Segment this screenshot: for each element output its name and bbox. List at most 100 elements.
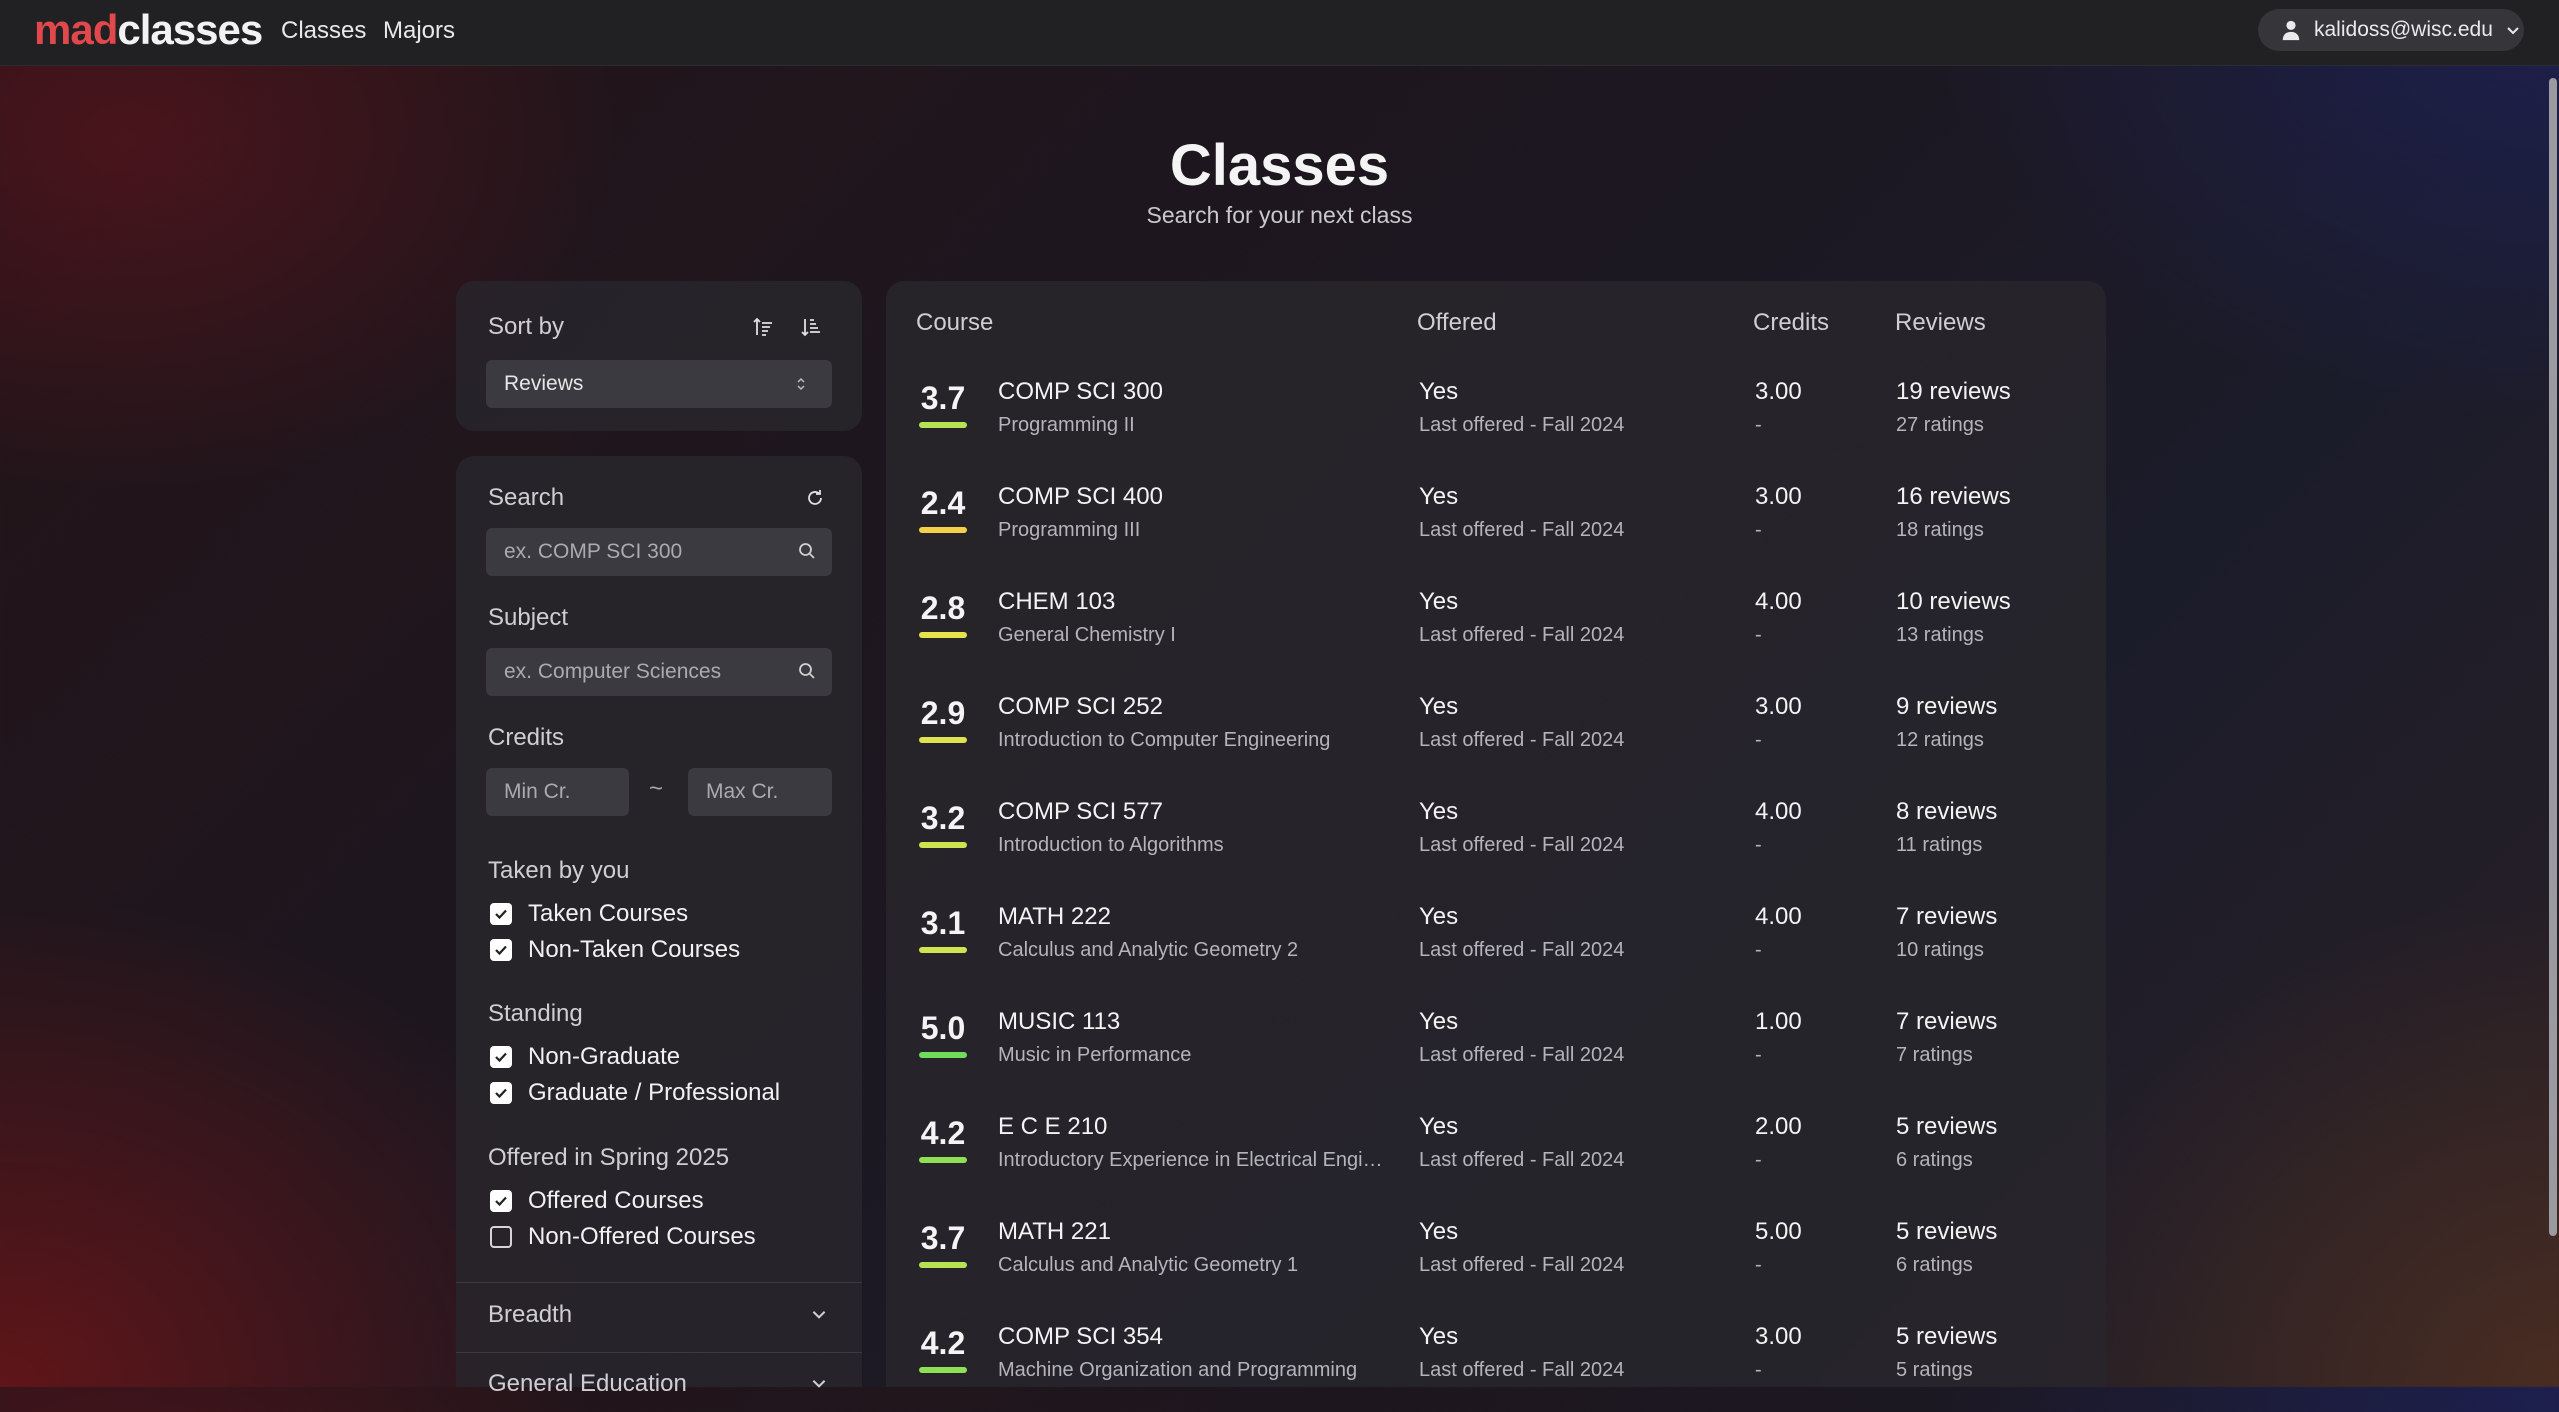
offered-label: Offered in Spring 2025 <box>488 1144 730 1171</box>
last-offered: Last offered - Fall 2024 <box>1419 1044 1625 1066</box>
credits-sub: - <box>1755 939 1762 961</box>
user-email: kalidoss@wisc.edu <box>2314 18 2493 41</box>
checkbox-label: Graduate / Professional <box>528 1079 781 1106</box>
sort-label: Sort by <box>488 313 565 340</box>
rating-score: 3.7 <box>920 380 966 416</box>
checkbox-offered-courses[interactable]: Offered Courses <box>490 1187 704 1215</box>
scrollbar-thumb[interactable] <box>2549 78 2557 1236</box>
sort-select[interactable]: Reviews <box>486 360 832 408</box>
checkbox-label: Offered Courses <box>528 1187 704 1214</box>
credits-sub: - <box>1755 1254 1762 1276</box>
select-arrows-icon <box>797 377 805 391</box>
offered-value: Yes <box>1419 903 1459 930</box>
checkbox-non-graduate[interactable]: Non-Graduate <box>490 1043 680 1071</box>
breadth-accordion[interactable]: Breadth <box>488 1301 572 1329</box>
sort-panel <box>456 281 862 431</box>
column-header-course: Course <box>916 309 994 336</box>
credits-sub: - <box>1755 729 1762 751</box>
column-header-offered: Offered <box>1417 309 1497 336</box>
credits-value: 3.00 <box>1755 483 1802 510</box>
offered-value: Yes <box>1419 588 1459 615</box>
course-title: Programming III <box>998 519 1141 541</box>
page-title: Classes <box>1169 133 1390 198</box>
column-header-credits: Credits <box>1753 309 1830 336</box>
course-code[interactable]: CHEM 103 <box>998 588 1115 616</box>
course-code[interactable]: COMP SCI 300 <box>998 378 1163 406</box>
offered-value: Yes <box>1419 1323 1459 1350</box>
checkbox-checked[interactable] <box>490 1046 512 1068</box>
divider <box>456 1282 862 1283</box>
credits-value: 4.00 <box>1755 588 1802 615</box>
ratings-count: 27 ratings <box>1896 414 1984 436</box>
credits-sub: - <box>1755 414 1762 436</box>
course-code[interactable]: COMP SCI 354 <box>998 1323 1163 1351</box>
chevron-down-icon <box>2507 27 2519 35</box>
ratings-count: 6 ratings <box>1896 1254 1973 1276</box>
top-navbar: madclasses Classes Majors kalidoss@wisc.… <box>0 0 2559 66</box>
ratings-count: 11 ratings <box>1896 834 1983 856</box>
checkbox-label: Non-Graduate <box>528 1043 681 1070</box>
max-credits-input[interactable]: Max Cr. <box>688 768 832 816</box>
ratings-count: 13 ratings <box>1896 624 1984 646</box>
course-code[interactable]: MUSIC 113 <box>998 1008 1120 1036</box>
course-code[interactable]: COMP SCI 577 <box>998 798 1163 826</box>
chevron-down-icon[interactable] <box>810 1305 828 1323</box>
ratings-count: 18 ratings <box>1896 519 1984 541</box>
nav-majors-link[interactable]: Majors <box>383 17 455 45</box>
checkbox-checked[interactable] <box>490 1190 512 1212</box>
credits-value: 3.00 <box>1755 378 1802 405</box>
rating-bar <box>919 632 967 638</box>
course-code[interactable]: COMP SCI 252 <box>998 693 1163 721</box>
max-credits-placeholder: Max Cr. <box>706 780 779 803</box>
rating-bar <box>919 422 967 428</box>
sort-ascending-icon[interactable] <box>752 316 774 338</box>
checkbox-unchecked[interactable] <box>490 1226 512 1248</box>
course-title: Music in Performance <box>998 1044 1192 1066</box>
general-education-accordion[interactable]: General Education <box>488 1370 687 1398</box>
rating-bar <box>919 1052 967 1058</box>
checkbox-non-taken-courses[interactable]: Non-Taken Courses <box>490 936 740 964</box>
min-credits-input[interactable]: Min Cr. <box>486 768 629 816</box>
checkbox-non-offered-courses[interactable]: Non-Offered Courses <box>490 1223 756 1251</box>
course-title: General Chemistry I <box>998 624 1176 646</box>
search-icon <box>799 543 815 559</box>
checkmark-icon <box>495 1052 507 1063</box>
offered-value: Yes <box>1419 798 1459 825</box>
credits-value: 2.00 <box>1755 1113 1802 1140</box>
offered-value: Yes <box>1419 1008 1459 1035</box>
ratings-count: 7 ratings <box>1896 1044 1973 1066</box>
last-offered: Last offered - Fall 2024 <box>1419 834 1625 856</box>
checkbox-checked[interactable] <box>490 1082 512 1104</box>
checkbox-taken-courses[interactable]: Taken Courses <box>490 900 688 928</box>
checkmark-icon <box>495 945 507 956</box>
course-code[interactable]: E C E 210 <box>998 1113 1107 1141</box>
subject-placeholder: ex. Computer Sciences <box>504 660 722 683</box>
logo[interactable]: madclasses <box>34 6 263 54</box>
last-offered: Last offered - Fall 2024 <box>1419 939 1625 961</box>
subject-input[interactable]: ex. Computer Sciences <box>486 648 832 696</box>
reset-icon[interactable] <box>804 487 826 509</box>
taken-label: Taken by you <box>488 857 630 884</box>
rating-score: 3.2 <box>920 800 966 836</box>
checkmark-icon <box>495 909 507 920</box>
checkbox-checked[interactable] <box>490 939 512 961</box>
checkbox-graduate-professional[interactable]: Graduate / Professional <box>490 1079 780 1107</box>
course-title: Introduction to Computer Engineering <box>998 729 1331 751</box>
rating-bar <box>919 737 967 743</box>
credits-label: Credits <box>488 724 565 751</box>
rating-bar <box>919 1262 967 1268</box>
course-code[interactable]: MATH 221 <box>998 1218 1111 1246</box>
search-input[interactable]: ex. COMP SCI 300 <box>486 528 832 576</box>
sort-descending-icon[interactable] <box>800 316 822 338</box>
checkbox-checked[interactable] <box>490 903 512 925</box>
nav-classes-link[interactable]: Classes <box>281 17 366 45</box>
chevron-down-icon[interactable] <box>810 1374 828 1392</box>
course-title: Introductory Experience in Electrical En… <box>998 1149 1390 1171</box>
user-menu-button[interactable]: kalidoss@wisc.edu <box>2258 9 2524 51</box>
course-code[interactable]: COMP SCI 400 <box>998 483 1163 511</box>
course-code[interactable]: MATH 222 <box>998 903 1111 931</box>
last-offered: Last offered - Fall 2024 <box>1419 1149 1625 1171</box>
checkbox-label: Non-Taken Courses <box>528 936 741 963</box>
last-offered: Last offered - Fall 2024 <box>1419 624 1625 646</box>
checkmark-icon <box>495 1088 507 1099</box>
